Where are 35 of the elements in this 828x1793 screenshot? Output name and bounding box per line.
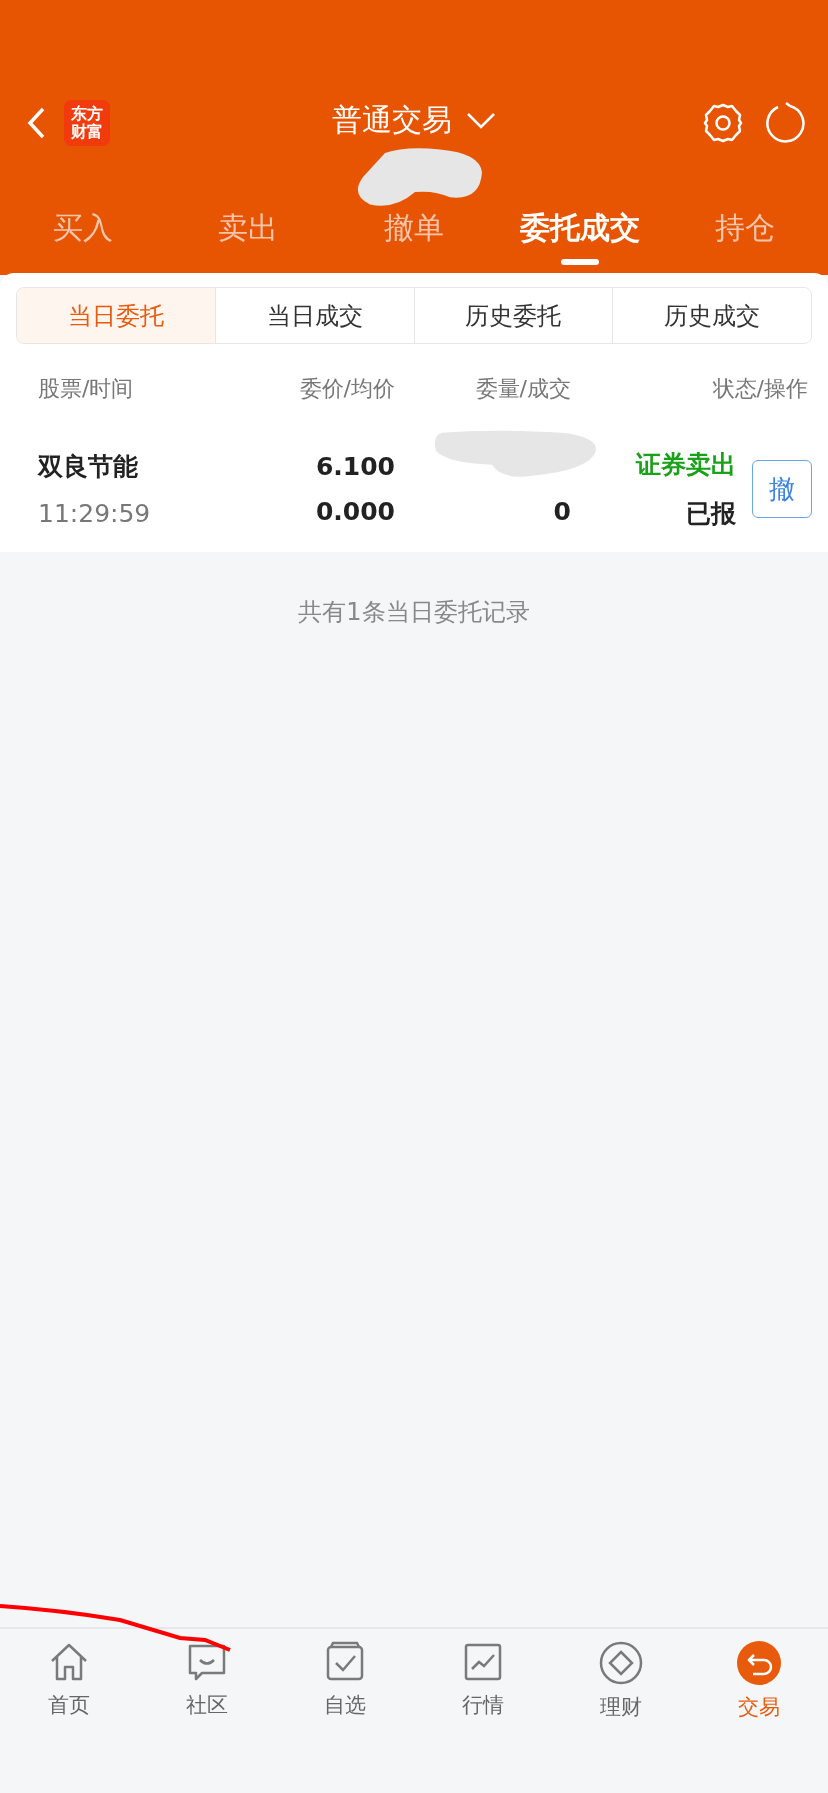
order-price: 6.100 (314, 452, 395, 481)
segment-tab[interactable]: 历史成交 (612, 288, 811, 343)
column-header: 状态/操作 (711, 375, 808, 403)
nav-item[interactable]: 行情 (414, 1641, 552, 1793)
column-header: 股票/时间 (38, 375, 135, 403)
nav-item[interactable]: 首页 (0, 1641, 138, 1793)
settings-icon[interactable] (702, 102, 744, 144)
order-direction: 证券卖出 (634, 449, 736, 481)
column-header: 委价/均价 (298, 375, 395, 403)
tab[interactable]: 持仓 (662, 208, 828, 265)
record-count-note: 共有1条当日委托记录 (297, 597, 531, 628)
back-icon[interactable] (26, 106, 46, 140)
filled-quantity: 0 (552, 497, 571, 526)
chevron-down-icon[interactable] (466, 111, 496, 130)
exchange-icon (737, 1641, 781, 1685)
refresh-icon[interactable] (764, 102, 806, 144)
checkbox-icon (324, 1641, 366, 1683)
segment-tab[interactable]: 当日委托 (17, 288, 215, 343)
nav-item[interactable]: 社区 (138, 1641, 276, 1793)
nav-item[interactable]: 理财 (552, 1641, 690, 1793)
order-time: 11:29:59 (38, 499, 152, 528)
app-logo: 东方 财富 (64, 100, 110, 146)
tab[interactable]: 撤单 (331, 208, 497, 265)
cancel-button[interactable]: 撤 (752, 460, 812, 518)
column-header: 委量/成交 (474, 375, 571, 403)
nav-item[interactable]: 自选 (276, 1641, 414, 1793)
tab[interactable]: 卖出 (165, 208, 332, 265)
page-title[interactable]: 普通交易 (332, 100, 452, 141)
tab[interactable]: 委托成交 (496, 208, 663, 265)
average-price: 0.000 (314, 497, 395, 526)
order-status: 已报 (685, 498, 736, 530)
stock-name: 双良节能 (38, 451, 139, 483)
tab[interactable]: 买入 (0, 208, 166, 265)
nav-item[interactable]: 交易 (690, 1641, 828, 1793)
chart-icon (462, 1641, 504, 1683)
